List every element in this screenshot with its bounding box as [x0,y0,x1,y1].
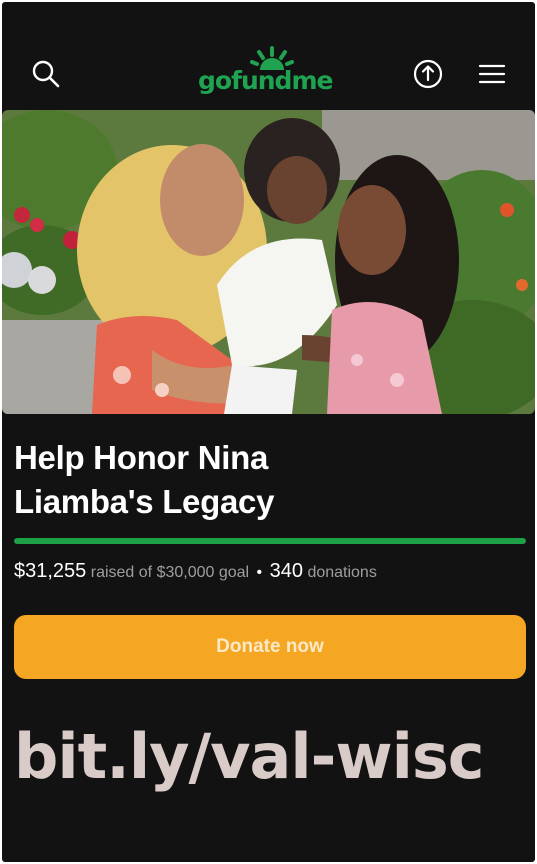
progress-bar [14,538,526,544]
campaign-title: Help Honor Nina Liamba's Legacy [14,436,494,524]
raised-goal-text: raised of $30,000 goal [90,564,250,581]
share-icon [413,59,443,89]
separator-dot: • [256,564,263,581]
top-header: gofundme [2,2,535,110]
raised-amount: $31,255 [14,560,87,582]
share-button[interactable] [408,54,448,94]
title-line-1: Help Honor Nina [14,439,269,476]
donation-stats: $31,255 raised of $30,000 goal • 340 don… [14,560,529,583]
logo-text: gofundme [198,66,333,95]
gofundme-logo[interactable]: gofundme [192,46,352,102]
progress-fill [14,538,526,544]
donate-now-button[interactable]: Donate now [14,615,526,679]
search-icon [32,60,60,88]
app-screen: gofundme Help Honor Nina Liamba's Legacy… [2,2,535,862]
menu-button[interactable] [472,54,512,94]
title-line-2: Liamba's Legacy [14,483,275,520]
overlay-url-text: bit.ly/val-wisc [14,720,485,793]
search-button[interactable] [26,54,66,94]
donations-label: donations [307,564,377,581]
menu-icon [478,64,506,84]
donation-count: 340 [269,560,303,582]
campaign-photo [2,110,535,414]
